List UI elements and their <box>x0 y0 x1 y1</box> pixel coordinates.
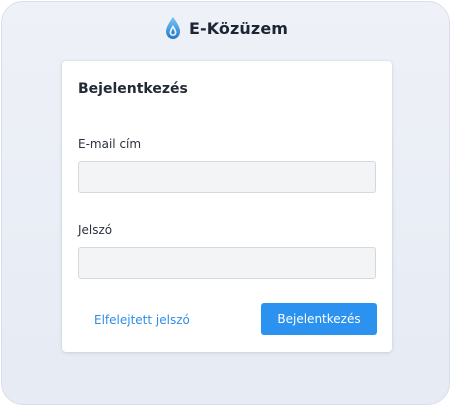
app-name: E-Közüzem <box>188 18 289 38</box>
login-title: Bejelentkezés <box>78 81 188 97</box>
app-window: E-Közüzem Bejelentkezés E-mail cím Jelsz… <box>1 1 450 405</box>
forgot-password-link[interactable]: Elfelejtett jelszó <box>94 313 190 327</box>
email-label: E-mail cím <box>78 137 142 151</box>
password-label: Jelszó <box>78 223 113 237</box>
brand-header: E-Közüzem <box>2 15 449 41</box>
water-drop-icon <box>165 17 180 39</box>
login-card: Bejelentkezés E-mail cím Jelszó Elfelejt… <box>62 61 392 352</box>
login-button[interactable]: Bejelentkezés <box>261 303 377 335</box>
password-field[interactable] <box>78 247 376 279</box>
email-field[interactable] <box>78 161 376 193</box>
